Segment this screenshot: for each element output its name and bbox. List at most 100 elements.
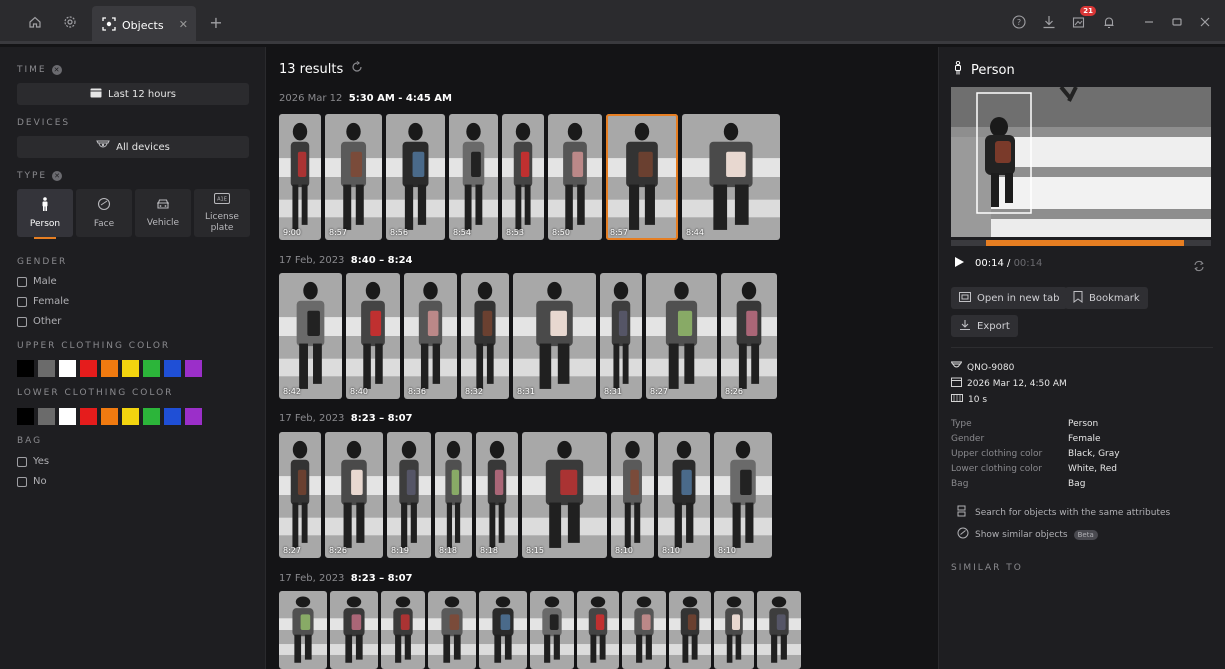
home-icon[interactable] bbox=[22, 9, 48, 35]
color-swatch[interactable] bbox=[59, 408, 76, 425]
color-swatch[interactable] bbox=[80, 360, 97, 377]
result-thumbnail[interactable]: 8:32 bbox=[461, 273, 509, 399]
result-thumbnail[interactable]: 8:10 bbox=[611, 432, 654, 558]
result-thumbnail[interactable] bbox=[381, 591, 425, 669]
clip-duration: 10 s bbox=[968, 394, 988, 405]
result-thumbnail[interactable]: 8:57 bbox=[606, 114, 678, 240]
plus-icon[interactable]: + bbox=[203, 9, 229, 35]
result-thumbnail[interactable]: 8:10 bbox=[714, 432, 772, 558]
help-icon[interactable]: ? bbox=[1006, 9, 1032, 35]
result-thumbnail[interactable] bbox=[577, 591, 619, 669]
checkbox-box[interactable] bbox=[17, 296, 27, 307]
result-thumbnail[interactable]: 8:18 bbox=[435, 432, 472, 558]
thumbnail-time: 8:36 bbox=[408, 387, 426, 396]
result-thumbnail[interactable]: 8:26 bbox=[721, 273, 777, 399]
notification-icon[interactable]: 21 bbox=[1066, 6, 1096, 35]
download-icon[interactable] bbox=[1036, 9, 1062, 35]
result-thumbnail[interactable]: 8:31 bbox=[600, 273, 642, 399]
result-thumbnail[interactable]: 8:53 bbox=[502, 114, 544, 240]
result-thumbnail[interactable]: 8:54 bbox=[449, 114, 498, 240]
color-swatch[interactable] bbox=[17, 360, 34, 377]
result-thumbnail[interactable]: 8:10 bbox=[658, 432, 710, 558]
result-thumbnail[interactable]: 8:18 bbox=[476, 432, 518, 558]
type-vehicle-button[interactable]: Vehicle bbox=[135, 189, 191, 237]
result-thumbnail[interactable] bbox=[622, 591, 666, 669]
color-swatch[interactable] bbox=[101, 360, 118, 377]
window-close-icon[interactable] bbox=[1192, 9, 1218, 35]
result-thumbnail[interactable]: 8:57 bbox=[325, 114, 382, 240]
result-thumbnail[interactable]: 8:42 bbox=[279, 273, 342, 399]
result-thumbnail[interactable]: 8:50 bbox=[548, 114, 602, 240]
bag-no-checkbox[interactable]: No bbox=[17, 476, 47, 487]
result-thumbnail[interactable]: 8:19 bbox=[387, 432, 431, 558]
tab-objects[interactable]: Objects ✕ bbox=[92, 6, 196, 44]
color-swatch[interactable] bbox=[38, 408, 55, 425]
attribute-value: White, Red bbox=[1068, 464, 1117, 474]
result-thumbnail[interactable]: 8:31 bbox=[513, 273, 596, 399]
color-swatch[interactable] bbox=[143, 408, 160, 425]
result-thumbnail[interactable] bbox=[714, 591, 754, 669]
color-swatch[interactable] bbox=[185, 408, 202, 425]
open-in-new-tab-button[interactable]: Open in new tab bbox=[951, 287, 1068, 309]
bookmark-button[interactable]: Bookmark bbox=[1065, 287, 1148, 309]
checkbox-box[interactable] bbox=[17, 276, 27, 287]
result-thumbnail[interactable] bbox=[669, 591, 711, 669]
color-swatch[interactable] bbox=[101, 408, 118, 425]
color-swatch[interactable] bbox=[59, 360, 76, 377]
type-license-plate-button[interactable]: A1E License plate bbox=[194, 189, 250, 237]
color-swatch[interactable] bbox=[122, 408, 139, 425]
clear-type-icon[interactable]: ✕ bbox=[52, 171, 63, 181]
type-person-button[interactable]: Person bbox=[17, 189, 73, 237]
maximize-icon[interactable] bbox=[1164, 9, 1190, 35]
thumbnail-time: 8:32 bbox=[465, 387, 483, 396]
settings-icon[interactable] bbox=[57, 9, 83, 35]
color-swatch[interactable] bbox=[38, 360, 55, 377]
play-icon[interactable] bbox=[953, 256, 965, 271]
gender-other-checkbox[interactable]: Other bbox=[17, 316, 61, 327]
loop-icon[interactable] bbox=[1193, 257, 1205, 276]
result-thumbnail[interactable]: 8:27 bbox=[279, 432, 321, 558]
type-face-button[interactable]: Face bbox=[76, 189, 132, 237]
result-thumbnail[interactable]: 8:56 bbox=[386, 114, 445, 240]
gender-male-checkbox[interactable]: Male bbox=[17, 276, 57, 287]
result-thumbnail[interactable] bbox=[330, 591, 378, 669]
color-swatch[interactable] bbox=[80, 408, 97, 425]
close-icon[interactable]: ✕ bbox=[179, 18, 188, 31]
color-swatch[interactable] bbox=[143, 360, 160, 377]
show-similar-link[interactable]: Show similar objects Beta bbox=[957, 527, 1098, 542]
result-thumbnail[interactable]: 8:40 bbox=[346, 273, 400, 399]
result-thumbnail[interactable] bbox=[428, 591, 476, 669]
person-photo bbox=[714, 432, 772, 558]
devices-button[interactable]: All devices bbox=[17, 136, 249, 158]
result-thumbnail[interactable]: 8:44 bbox=[682, 114, 780, 240]
export-button[interactable]: Export bbox=[951, 315, 1018, 337]
result-thumbnail[interactable] bbox=[479, 591, 527, 669]
time-range-button[interactable]: Last 12 hours bbox=[17, 83, 249, 105]
checkbox-box[interactable] bbox=[17, 456, 27, 467]
checkbox-box[interactable] bbox=[17, 476, 27, 487]
result-thumbnail[interactable]: 9:00 bbox=[279, 114, 321, 240]
bag-yes-checkbox[interactable]: Yes bbox=[17, 456, 49, 467]
color-swatch[interactable] bbox=[122, 360, 139, 377]
result-thumbnail[interactable]: 8:26 bbox=[325, 432, 383, 558]
similar-to-title: SIMILAR TO bbox=[951, 563, 1023, 573]
checkbox-box[interactable] bbox=[17, 316, 27, 327]
result-thumbnail[interactable]: 8:15 bbox=[522, 432, 607, 558]
search-same-attributes-link[interactable]: Search for objects with the same attribu… bbox=[957, 505, 1170, 520]
result-thumbnail[interactable] bbox=[530, 591, 574, 669]
gender-female-checkbox[interactable]: Female bbox=[17, 296, 69, 307]
result-thumbnail[interactable]: 8:27 bbox=[646, 273, 717, 399]
video-preview[interactable] bbox=[951, 87, 1211, 237]
color-swatch[interactable] bbox=[185, 360, 202, 377]
color-swatch[interactable] bbox=[17, 408, 34, 425]
minimize-icon[interactable] bbox=[1136, 9, 1162, 35]
bell-icon[interactable] bbox=[1096, 9, 1122, 35]
video-timeline[interactable] bbox=[951, 240, 1211, 246]
result-thumbnail[interactable] bbox=[757, 591, 801, 669]
color-swatch[interactable] bbox=[164, 360, 181, 377]
color-swatch[interactable] bbox=[164, 408, 181, 425]
result-thumbnail[interactable] bbox=[279, 591, 327, 669]
refresh-icon[interactable] bbox=[351, 61, 363, 77]
result-thumbnail[interactable]: 8:36 bbox=[404, 273, 457, 399]
clear-time-icon[interactable]: ✕ bbox=[51, 65, 62, 75]
